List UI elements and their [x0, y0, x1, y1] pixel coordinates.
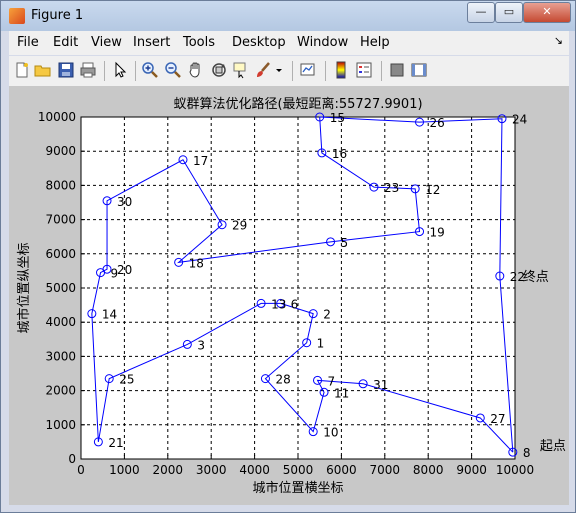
- menu-edit[interactable]: Edit: [53, 35, 78, 50]
- toolbar-separator: [104, 61, 105, 81]
- print-icon[interactable]: [79, 61, 97, 79]
- y-tick-label: 10000: [38, 110, 76, 124]
- hide-plot-tools-icon[interactable]: [388, 61, 406, 79]
- x-tick-label: 2000: [153, 463, 184, 477]
- city-label: 16: [332, 147, 347, 161]
- menu-desktop[interactable]: Desktop: [232, 35, 286, 50]
- city-label: 26: [430, 116, 445, 130]
- city-label: 21: [108, 436, 123, 450]
- x-tick-label: 6000: [326, 463, 357, 477]
- colorbar-icon[interactable]: [332, 61, 350, 79]
- figure-toolbar: [9, 56, 569, 87]
- menubar-dock-icon[interactable]: ↘: [554, 34, 563, 47]
- y-axis-label: 城市位置纵坐标: [16, 242, 32, 333]
- city-label: 6: [291, 297, 299, 311]
- city-label: 17: [193, 154, 208, 168]
- menu-view[interactable]: View: [91, 35, 122, 50]
- brush-dropdown-icon[interactable]: [274, 61, 284, 79]
- y-tick-label: 0: [68, 452, 76, 466]
- x-axis-label: 城市位置横坐标: [252, 480, 343, 496]
- y-tick-label: 5000: [45, 281, 76, 295]
- legend-icon[interactable]: [355, 61, 373, 79]
- minimize-button[interactable]: —: [467, 2, 495, 23]
- x-tick-label: 3000: [196, 463, 227, 477]
- link-plot-icon[interactable]: [299, 61, 317, 79]
- toolbar-separator: [135, 61, 136, 81]
- city-label: 31: [373, 378, 388, 392]
- city-label: 25: [119, 373, 134, 387]
- arrow-pointer-icon[interactable]: [111, 61, 129, 79]
- menu-file[interactable]: File: [17, 35, 39, 50]
- matlab-figure-icon: [9, 8, 25, 24]
- city-label: 19: [430, 226, 445, 240]
- city-label: 20: [117, 263, 132, 277]
- y-tick-label: 1000: [45, 418, 76, 432]
- y-tick-label: 2000: [45, 384, 76, 398]
- city-label: 27: [490, 412, 505, 426]
- chart-title: 蚁群算法优化路径(最短距离:55727.9901): [173, 96, 422, 112]
- menu-bar: File Edit View Insert Tools Desktop Wind…: [9, 31, 569, 55]
- zoom-in-icon[interactable]: [141, 61, 159, 79]
- toolbar-separator: [381, 61, 382, 81]
- brush-icon[interactable]: [254, 61, 272, 79]
- maximize-button[interactable]: ▭: [495, 2, 523, 23]
- toolbar-separator: [292, 61, 293, 81]
- city-label: 3: [197, 338, 205, 352]
- start-point-annotation: 起点: [540, 439, 566, 454]
- x-tick-label: 7000: [370, 463, 401, 477]
- window-title: Figure 1: [31, 8, 84, 23]
- x-tick-label: 8000: [413, 463, 444, 477]
- city-label: 13: [271, 297, 286, 311]
- close-button[interactable]: ✕: [523, 2, 571, 23]
- y-tick-label: 4000: [45, 315, 76, 329]
- x-tick-label: 10000: [496, 463, 534, 477]
- y-tick-label: 9000: [45, 144, 76, 158]
- city-label: 10: [323, 426, 338, 440]
- data-cursor-icon[interactable]: [232, 61, 250, 79]
- new-figure-icon[interactable]: [13, 61, 31, 79]
- menu-help[interactable]: Help: [360, 35, 390, 50]
- y-tick-label: 7000: [45, 213, 76, 227]
- y-tick-label: 3000: [45, 349, 76, 363]
- menu-tools[interactable]: Tools: [183, 35, 215, 50]
- city-label: 15: [330, 111, 345, 125]
- save-icon[interactable]: [57, 61, 75, 79]
- end-point-annotation: 终点: [523, 269, 549, 285]
- city-label: 2: [323, 308, 331, 322]
- toolbar-separator: [325, 61, 326, 81]
- city-label: 29: [232, 219, 247, 233]
- open-file-icon[interactable]: [34, 61, 52, 79]
- city-label: 23: [384, 181, 399, 195]
- pan-hand-icon[interactable]: [187, 61, 205, 79]
- show-plot-tools-icon[interactable]: [410, 61, 428, 79]
- x-tick-label: 1000: [109, 463, 140, 477]
- menu-insert[interactable]: Insert: [133, 35, 170, 50]
- y-tick-label: 6000: [45, 247, 76, 261]
- city-label: 12: [425, 183, 440, 197]
- city-label: 24: [512, 113, 527, 127]
- x-tick-label: 0: [77, 463, 85, 477]
- city-label: 8: [523, 446, 531, 460]
- rotate-3d-icon[interactable]: [210, 61, 228, 79]
- city-label: 5: [341, 236, 349, 250]
- city-label: 28: [275, 373, 290, 387]
- city-label: 14: [102, 308, 117, 322]
- plot-svg: 0 1000 2000 3000 4000 5000 6000 7000 8000 9000 100…: [16, 96, 566, 496]
- city-label: 30: [117, 195, 132, 209]
- menu-window[interactable]: Window: [297, 35, 348, 50]
- x-tick-label: 4000: [239, 463, 270, 477]
- x-tick-label: 9000: [456, 463, 487, 477]
- x-tick-label: 5000: [283, 463, 314, 477]
- city-label: 18: [189, 256, 204, 270]
- city-label: 11: [334, 386, 349, 400]
- zoom-out-icon[interactable]: [164, 61, 182, 79]
- title-bar[interactable]: Figure 1 — ▭ ✕: [1, 1, 575, 31]
- y-tick-label: 8000: [45, 178, 76, 192]
- city-label: 1: [317, 337, 325, 351]
